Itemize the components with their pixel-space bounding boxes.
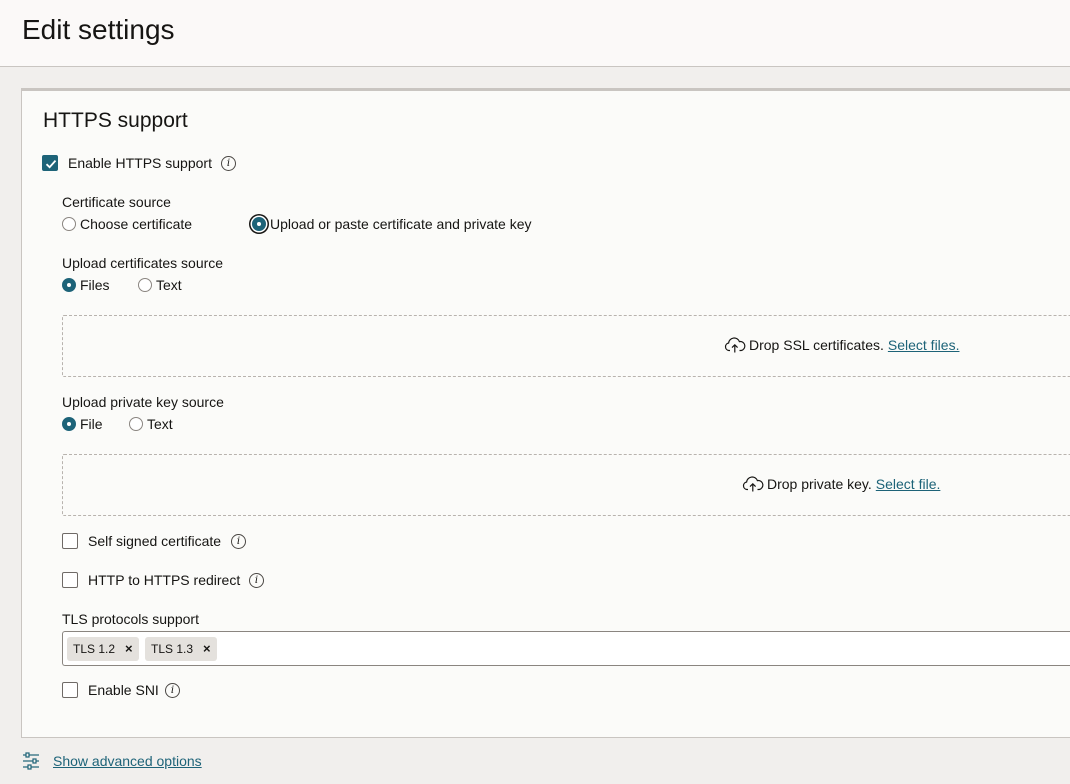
certificate-source-label: Certificate source [62,194,171,210]
advanced-options-row: Show advanced options [22,752,202,770]
remove-chip-icon[interactable]: × [203,637,211,661]
private-key-file-label[interactable]: File [80,416,103,432]
certificates-files-radio[interactable] [62,278,76,292]
upload-private-key-source-label: Upload private key source [62,394,224,410]
select-file-link[interactable]: Select file. [876,476,941,492]
http-redirect-checkbox[interactable] [62,572,78,588]
info-icon[interactable]: i [249,573,264,588]
tls-chip: TLS 1.3 × [145,637,217,661]
enable-sni-checkbox[interactable] [62,682,78,698]
self-signed-checkbox[interactable] [62,533,78,549]
upload-certificate-radio[interactable] [252,217,266,231]
private-key-dropzone[interactable]: Drop private key. Select file. [62,454,1070,516]
upload-certificates-source-label: Upload certificates source [62,255,224,271]
checkmark-icon [45,160,57,169]
chip-label: TLS 1.3 [151,642,194,656]
ssl-dropzone-text: Drop SSL certificates. [749,337,884,353]
tls-protocols-label: TLS protocols support [62,611,199,627]
certificates-files-label[interactable]: Files [80,277,110,293]
certificates-text-radio[interactable] [138,278,152,292]
cloud-upload-icon [724,337,746,353]
enable-https-label[interactable]: Enable HTTPS support [68,155,212,171]
certificates-text-label[interactable]: Text [156,277,182,293]
choose-certificate-label[interactable]: Choose certificate [80,216,192,232]
remove-chip-icon[interactable]: × [125,637,133,661]
self-signed-label[interactable]: Self signed certificate [88,533,221,549]
info-icon[interactable]: i [221,156,236,171]
private-key-text-radio[interactable] [129,417,143,431]
page-header: Edit settings [0,0,1070,67]
enable-sni-label[interactable]: Enable SNI [88,682,159,698]
select-files-link[interactable]: Select files. [888,337,960,353]
info-icon[interactable]: i [231,534,246,549]
chip-label: TLS 1.2 [73,642,116,656]
page-title: Edit settings [22,14,175,45]
key-dropzone-text: Drop private key. [767,476,872,492]
ssl-certificates-dropzone[interactable]: Drop SSL certificates. Select files. [62,315,1070,377]
tls-chip: TLS 1.2 × [67,637,139,661]
private-key-text-label[interactable]: Text [147,416,173,432]
private-key-file-radio[interactable] [62,417,76,431]
https-support-panel: HTTPS support Enable HTTPS support i Cer… [21,88,1070,738]
upload-certificate-label[interactable]: Upload or paste certificate and private … [270,216,531,232]
show-advanced-options-link[interactable]: Show advanced options [53,753,202,769]
info-icon[interactable]: i [165,683,180,698]
section-title: HTTPS support [43,109,188,132]
tls-protocols-input[interactable]: TLS 1.2 × TLS 1.3 × [62,631,1070,666]
cloud-upload-icon [742,476,764,492]
sliders-icon[interactable] [22,752,40,770]
choose-certificate-radio[interactable] [62,217,76,231]
http-redirect-label[interactable]: HTTP to HTTPS redirect [88,572,240,588]
enable-https-checkbox[interactable] [42,155,58,171]
